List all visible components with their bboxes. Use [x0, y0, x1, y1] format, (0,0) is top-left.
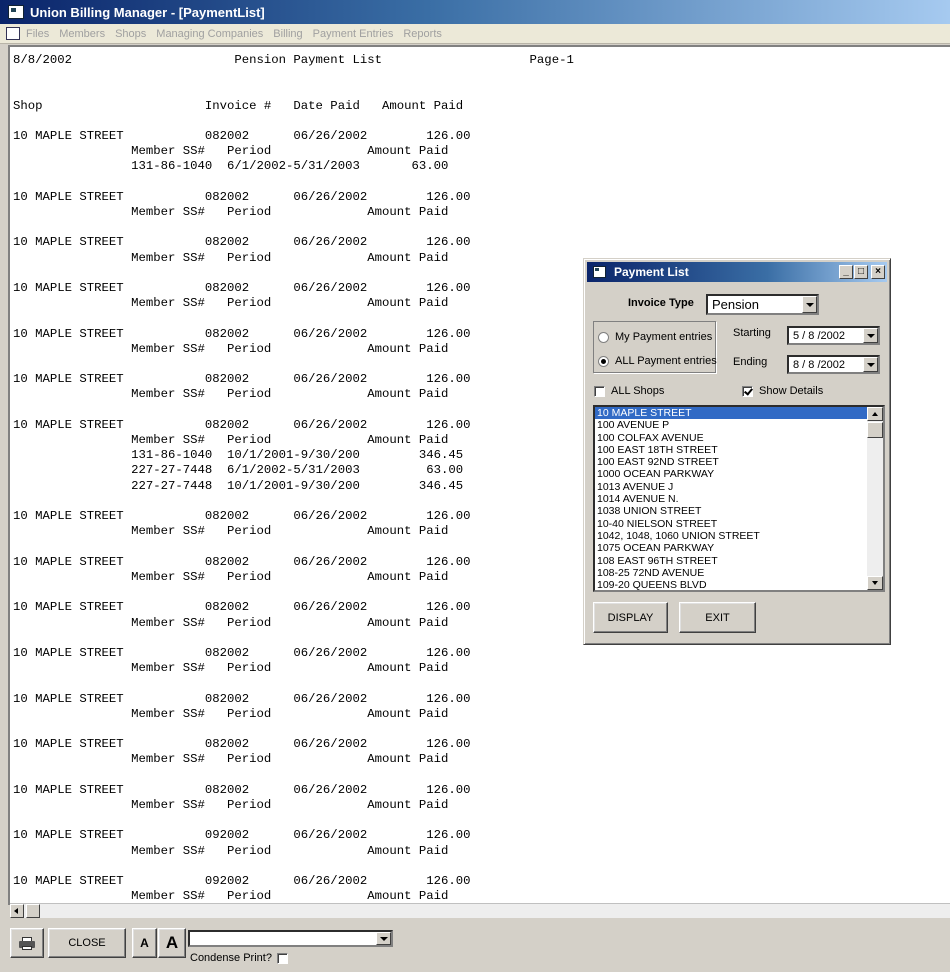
- app-title: Union Billing Manager - [PaymentList]: [30, 4, 265, 20]
- dialog-window-icon[interactable]: [593, 266, 606, 278]
- my-entries-radio[interactable]: [598, 331, 609, 343]
- shops-list: 10 MAPLE STREET 100 AVENUE P 100 COLFAX …: [595, 407, 869, 590]
- menu-billing[interactable]: Billing: [271, 28, 304, 40]
- list-item[interactable]: 10 MAPLE STREET: [595, 407, 869, 420]
- all-shops-option[interactable]: ALL Shops: [594, 385, 664, 397]
- my-payment-entries-option[interactable]: My Payment entries: [598, 331, 712, 343]
- font-larger-button[interactable]: A: [158, 928, 186, 958]
- menu-members[interactable]: Members: [57, 28, 107, 40]
- all-entries-label: ALL Payment entries: [615, 355, 717, 367]
- menu-payment-entries[interactable]: Payment Entries: [311, 28, 396, 40]
- condense-print-option[interactable]: Condense Print?: [190, 952, 288, 964]
- invoice-type-value: Pension: [712, 297, 759, 312]
- close-dialog-button[interactable]: ×: [871, 265, 885, 279]
- invoice-type-select[interactable]: Pension: [706, 294, 819, 315]
- all-shops-checkbox[interactable]: [594, 385, 605, 397]
- scroll-thumb[interactable]: [26, 904, 40, 918]
- my-entries-label: My Payment entries: [615, 331, 713, 343]
- list-item[interactable]: 100 EAST 92ND STREET: [595, 456, 869, 468]
- printer-icon: [19, 936, 35, 950]
- list-item[interactable]: 1000 OCEAN PARKWAY: [595, 468, 869, 480]
- mdi-child-window-icon[interactable]: [6, 27, 20, 40]
- starting-label: Starting: [733, 327, 771, 339]
- menu-bar: Files Members Shops Managing Companies B…: [0, 24, 950, 44]
- scroll-left-button[interactable]: [10, 904, 24, 918]
- close-button[interactable]: CLOSE: [48, 928, 126, 958]
- chevron-down-icon[interactable]: [802, 296, 817, 313]
- font-size-select[interactable]: [188, 930, 393, 947]
- list-item[interactable]: 108 EAST 96TH STREET: [595, 555, 869, 567]
- all-payment-entries-option[interactable]: ALL Payment entries: [598, 355, 717, 367]
- starting-date-value: 5 / 8 /2002: [793, 329, 845, 342]
- print-button[interactable]: [10, 928, 44, 958]
- list-item[interactable]: 1038 UNION STREET: [595, 505, 869, 517]
- list-item[interactable]: 100 EAST 18TH STREET: [595, 444, 869, 456]
- menu-managing-companies[interactable]: Managing Companies: [154, 28, 265, 40]
- show-details-label: Show Details: [759, 385, 824, 397]
- ending-label: Ending: [733, 356, 768, 368]
- menu-reports[interactable]: Reports: [401, 28, 444, 40]
- dialog-title-bar[interactable]: Payment List _ □ ×: [587, 262, 887, 282]
- invoice-type-label: Invoice Type: [628, 297, 694, 309]
- list-item[interactable]: 100 AVENUE P: [595, 419, 869, 431]
- scroll-up-button[interactable]: [867, 407, 883, 421]
- list-item[interactable]: 108-25 72ND AVENUE: [595, 567, 869, 579]
- condense-print-label: Condense Print?: [190, 952, 272, 964]
- list-item[interactable]: 1013 AVENUE J: [595, 481, 869, 493]
- payment-list-dialog: Payment List _ □ × Invoice Type Pension …: [583, 258, 891, 645]
- list-item[interactable]: 1075 OCEAN PARKWAY: [595, 542, 869, 554]
- dialog-title: Payment List: [614, 265, 689, 279]
- condense-print-checkbox[interactable]: [276, 952, 288, 964]
- chevron-down-icon[interactable]: [863, 357, 878, 372]
- bottom-toolbar: CLOSE A A Condense Print?: [0, 918, 950, 972]
- minimize-button[interactable]: _: [839, 265, 853, 279]
- chevron-down-icon[interactable]: [863, 328, 878, 343]
- scroll-down-button[interactable]: [867, 576, 883, 590]
- shops-listbox[interactable]: 10 MAPLE STREET 100 AVENUE P 100 COLFAX …: [593, 405, 885, 592]
- menu-files[interactable]: Files: [24, 28, 51, 40]
- exit-button[interactable]: EXIT: [679, 602, 756, 633]
- all-shops-label: ALL Shops: [611, 385, 665, 397]
- list-item[interactable]: 1014 AVENUE N.: [595, 493, 869, 505]
- scroll-thumb[interactable]: [867, 422, 883, 438]
- show-details-checkbox[interactable]: [742, 385, 753, 397]
- ending-date-picker[interactable]: 8 / 8 /2002: [787, 355, 880, 374]
- shops-vertical-scrollbar[interactable]: [867, 407, 883, 590]
- show-details-option[interactable]: Show Details: [742, 385, 823, 397]
- app-window-icon[interactable]: [8, 5, 24, 19]
- menu-shops[interactable]: Shops: [113, 28, 148, 40]
- display-button[interactable]: DISPLAY: [593, 602, 668, 633]
- maximize-button[interactable]: □: [854, 265, 868, 279]
- report-horizontal-scrollbar[interactable]: [10, 903, 950, 918]
- starting-date-picker[interactable]: 5 / 8 /2002: [787, 326, 880, 345]
- list-item[interactable]: 10-40 NIELSON STREET: [595, 518, 869, 530]
- list-item[interactable]: 1042, 1048, 1060 UNION STREET: [595, 530, 869, 542]
- list-item[interactable]: 109-20 QUEENS BLVD: [595, 579, 869, 590]
- all-entries-radio[interactable]: [598, 355, 609, 367]
- font-smaller-button[interactable]: A: [132, 928, 157, 958]
- list-item[interactable]: 100 COLFAX AVENUE: [595, 432, 869, 444]
- chevron-down-icon[interactable]: [376, 932, 391, 945]
- app-title-bar[interactable]: Union Billing Manager - [PaymentList]: [0, 0, 950, 24]
- ending-date-value: 8 / 8 /2002: [793, 358, 845, 371]
